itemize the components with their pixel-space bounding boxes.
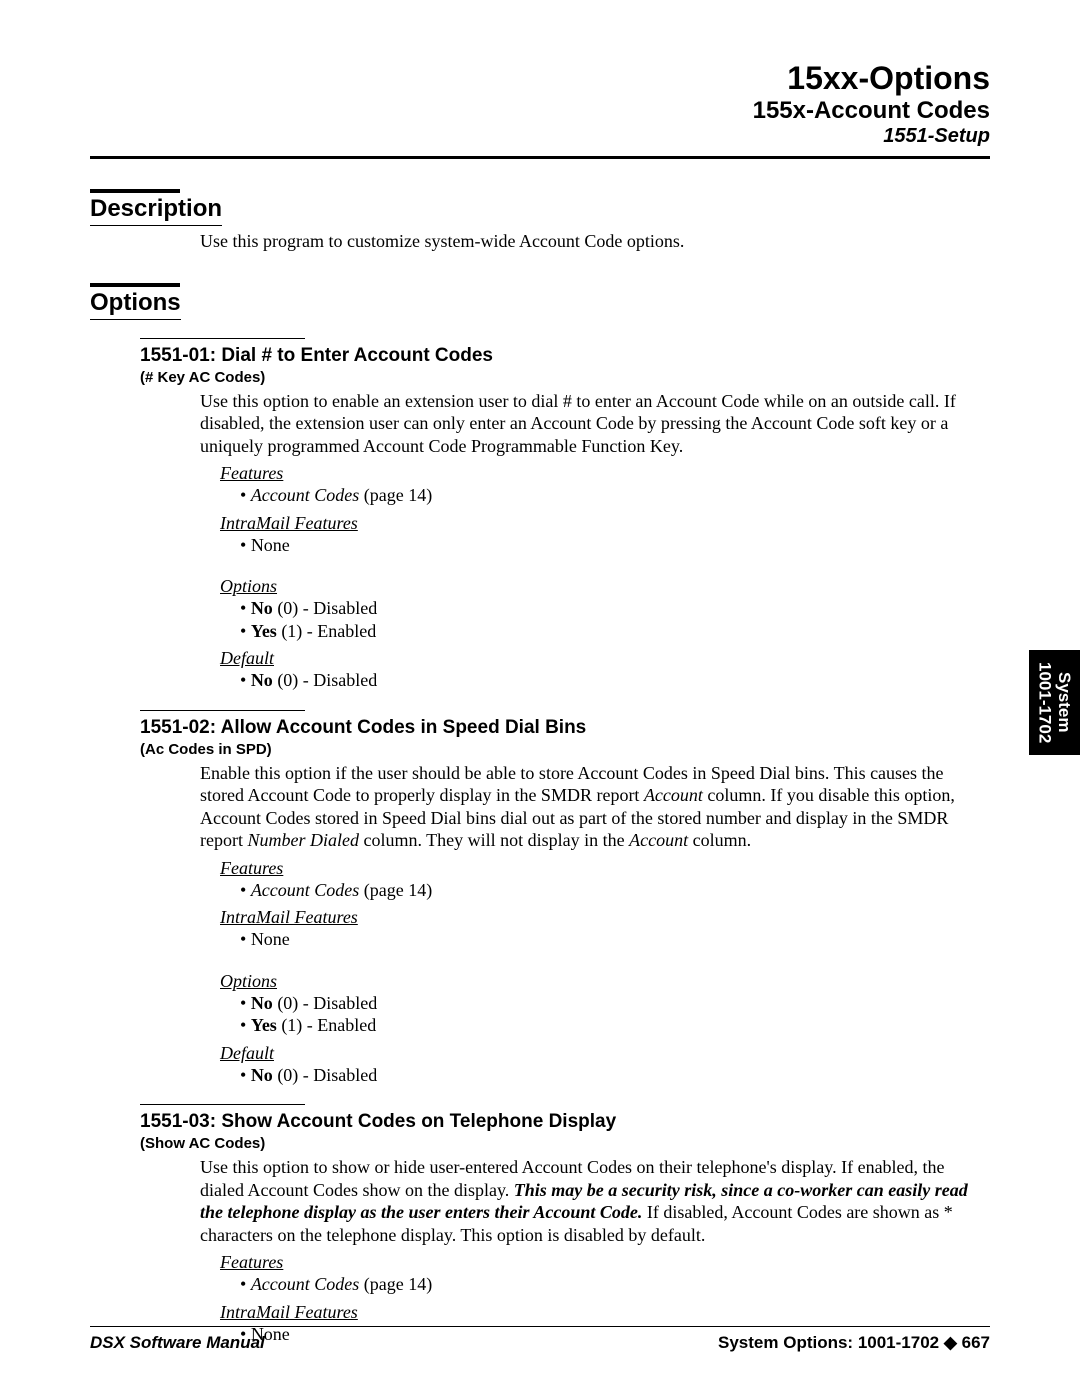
- footer-left: DSX Software Manual: [90, 1333, 265, 1353]
- opt1-heading: 1551-01: Dial # to Enter Account Codes: [140, 345, 990, 367]
- opt1-option-yes-bold: Yes: [251, 621, 277, 641]
- opt2-text-6: Account: [629, 830, 688, 850]
- opt1-default-rest: (0) - Disabled: [273, 670, 377, 690]
- opt3-feature-page: (page 14): [359, 1274, 432, 1294]
- opt2-default-item: • No (0) - Disabled: [240, 1064, 990, 1087]
- opt2-option-yes-bold: Yes: [251, 1015, 277, 1035]
- page-footer: DSX Software Manual System Options: 1001…: [90, 1326, 990, 1353]
- opt1-feature-name: Account Codes: [251, 485, 359, 505]
- opt2-intramail-value: None: [251, 929, 290, 949]
- header-subtitle: 155x-Account Codes: [90, 97, 990, 125]
- page-header: 15xx-Options 155x-Account Codes 1551-Set…: [90, 60, 990, 148]
- opt1-options-label: Options: [220, 576, 990, 597]
- side-tab: System 1001-1702: [1029, 650, 1080, 755]
- opt-rule-2: [140, 710, 305, 711]
- opt1-subheading: (# Key AC Codes): [140, 369, 990, 386]
- opt1-option-no-rest: (0) - Disabled: [273, 598, 377, 618]
- opt2-text-5: column. They will not display in the: [359, 830, 629, 850]
- opt2-feature-name: Account Codes: [251, 880, 359, 900]
- opt2-text: Enable this option if the user should be…: [90, 762, 990, 852]
- side-tab-line1: System: [1055, 672, 1074, 732]
- opt2-option-yes: • Yes (1) - Enabled: [240, 1014, 990, 1037]
- opt2-text-4: Number Dialed: [247, 830, 359, 850]
- opt1-option-no: • No (0) - Disabled: [240, 597, 990, 620]
- header-setup: 1551-Setup: [90, 125, 990, 148]
- side-tab-line2: 1001-1702: [1035, 662, 1054, 743]
- opt2-text-7: column.: [688, 830, 751, 850]
- footer-right: System Options: 1001-1702 ◆ 667: [718, 1333, 990, 1353]
- opt1-option-yes-rest: (1) - Enabled: [277, 621, 376, 641]
- opt1-intramail-value: None: [251, 535, 290, 555]
- opt2-default-rest: (0) - Disabled: [273, 1065, 377, 1085]
- opt2-intramail-label: IntraMail Features: [220, 907, 990, 928]
- opt3-intramail-label: IntraMail Features: [220, 1302, 990, 1323]
- opt3-features-label: Features: [220, 1252, 990, 1273]
- opt2-features-label: Features: [220, 858, 990, 879]
- opt1-default-bold: No: [251, 670, 273, 690]
- opt1-intramail-item: • None: [240, 534, 990, 557]
- opt2-default-bold: No: [251, 1065, 273, 1085]
- opt2-option-no-bold: No: [251, 993, 273, 1013]
- opt1-feature-item: • Account Codes (page 14): [240, 484, 990, 507]
- opt2-heading: 1551-02: Allow Account Codes in Speed Di…: [140, 717, 990, 739]
- opt2-option-no: • No (0) - Disabled: [240, 992, 990, 1015]
- opt-rule-3: [140, 1104, 305, 1105]
- description-text: Use this program to customize system-wid…: [90, 230, 990, 253]
- opt1-text: Use this option to enable an extension u…: [90, 390, 990, 458]
- opt3-heading: 1551-03: Show Account Codes on Telephone…: [140, 1111, 990, 1133]
- opt2-subheading: (Ac Codes in SPD): [140, 741, 990, 758]
- opt1-features-label: Features: [220, 463, 990, 484]
- opt3-text: Use this option to show or hide user-ent…: [90, 1156, 990, 1246]
- opt3-feature-item: • Account Codes (page 14): [240, 1273, 990, 1296]
- opt2-intramail-item: • None: [240, 928, 990, 951]
- opt2-option-yes-rest: (1) - Enabled: [277, 1015, 376, 1035]
- opt1-option-no-bold: No: [251, 598, 273, 618]
- opt2-options-label: Options: [220, 971, 990, 992]
- header-title: 15xx-Options: [90, 60, 990, 97]
- opt2-feature-page: (page 14): [359, 880, 432, 900]
- description-heading: Description: [90, 195, 222, 226]
- opt-rule-1: [140, 338, 305, 339]
- opt1-option-yes: • Yes (1) - Enabled: [240, 620, 990, 643]
- opt3-feature-name: Account Codes: [251, 1274, 359, 1294]
- opt2-default-label: Default: [220, 1043, 990, 1064]
- opt3-subheading: (Show AC Codes): [140, 1135, 990, 1152]
- opt2-text-2: Account: [644, 785, 703, 805]
- opt1-feature-page: (page 14): [359, 485, 432, 505]
- options-heading: Options: [90, 289, 181, 320]
- opt1-default-item: • No (0) - Disabled: [240, 669, 990, 692]
- header-rule: [90, 156, 990, 159]
- opt2-feature-item: • Account Codes (page 14): [240, 879, 990, 902]
- opt2-option-no-rest: (0) - Disabled: [273, 993, 377, 1013]
- opt1-intramail-label: IntraMail Features: [220, 513, 990, 534]
- opt1-default-label: Default: [220, 648, 990, 669]
